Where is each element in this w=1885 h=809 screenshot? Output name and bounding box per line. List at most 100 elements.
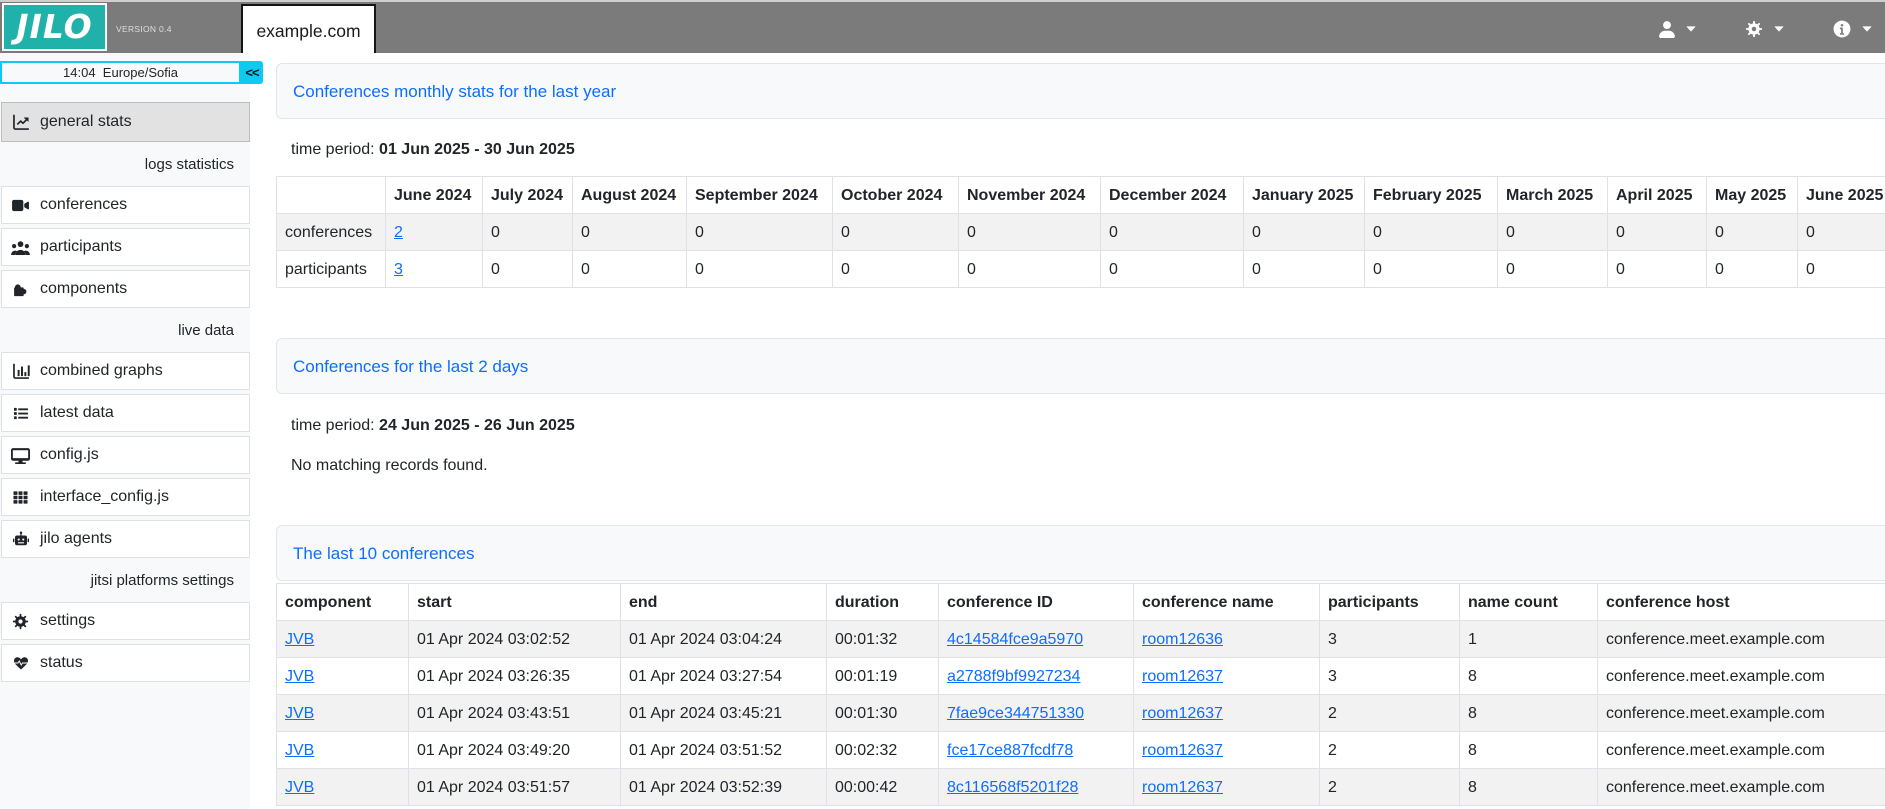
table-row: JVB01 Apr 2024 03:26:3501 Apr 2024 03:27…: [277, 658, 1885, 695]
time-display: 14:04 Europe/Sofia: [0, 61, 241, 84]
sidebar-item-conferences[interactable]: conferences: [1, 186, 250, 224]
table-link[interactable]: a2788f9bf9927234: [947, 668, 1080, 685]
sidebar-item-latest-data[interactable]: latest data: [1, 394, 250, 432]
column-header: January 2025: [1244, 177, 1365, 214]
table-cell: 0: [687, 214, 833, 251]
table-cell: 00:01:19: [827, 658, 939, 695]
table-link[interactable]: 3: [394, 261, 403, 278]
table-cell: 00:02:32: [827, 732, 939, 769]
table-cell: 3: [386, 251, 483, 288]
table-cell: 01 Apr 2024 03:52:39: [621, 769, 827, 806]
section-title-link[interactable]: Conferences for the last 2 days: [293, 357, 528, 376]
heart-pulse-icon: [11, 655, 30, 671]
info-menu[interactable]: [1833, 2, 1872, 55]
table-cell: 01 Apr 2024 03:26:35: [409, 658, 621, 695]
table-link[interactable]: 8c116568f5201f28: [947, 779, 1078, 796]
table-cell: conference.meet.example.com: [1598, 695, 1885, 732]
table-link[interactable]: 4c14584fce9a5970: [947, 631, 1083, 648]
sidebar-item-general-stats[interactable]: general stats: [1, 102, 250, 142]
table-link[interactable]: room12637: [1142, 779, 1223, 796]
table-cell: participants: [277, 251, 386, 288]
sidebar-item-components[interactable]: components: [1, 270, 250, 308]
table-link[interactable]: JVB: [285, 668, 314, 685]
table-link[interactable]: 2: [394, 224, 403, 241]
settings-menu[interactable]: [1745, 2, 1784, 55]
table-link[interactable]: fce17ce887fcdf78: [947, 742, 1073, 759]
sidebar-item-combined-graphs[interactable]: combined graphs: [1, 352, 250, 390]
sidebar-item-label: interface_config.js: [40, 488, 169, 506]
table-cell: 3: [1320, 658, 1460, 695]
chevron-down-icon: [1686, 26, 1696, 32]
table-link[interactable]: JVB: [285, 779, 314, 796]
time-display-text: 14:04 Europe/Sofia: [63, 65, 178, 80]
section-title-link[interactable]: The last 10 conferences: [293, 544, 474, 563]
version-label: VERSION 0.4: [116, 24, 172, 34]
table-row: JVB01 Apr 2024 03:02:5201 Apr 2024 03:04…: [277, 621, 1885, 658]
robot-icon: [11, 531, 30, 547]
table-row: JVB 01 Apr 2024 03:43:5101 Apr 2024 03:45…: [277, 695, 1885, 732]
sidebar-item-config-js[interactable]: config.js: [1, 436, 250, 474]
table-cell: 0: [483, 214, 573, 251]
sidebar-item-settings[interactable]: settings: [1, 602, 250, 640]
time-period-value: 24 Jun 2025 - 26 Jun 2025: [379, 417, 575, 434]
table-cell: 8: [1460, 695, 1598, 732]
user-menu[interactable]: [1659, 2, 1696, 55]
table-cell: 8: [1460, 769, 1598, 806]
column-header: August 2024: [573, 177, 687, 214]
table-cell: 0: [1707, 214, 1798, 251]
column-header: end: [621, 584, 827, 621]
column-header: conference host: [1598, 584, 1885, 621]
chart-line-icon: [11, 113, 30, 131]
table-link[interactable]: room12637: [1142, 742, 1223, 759]
time-period-value: 01 Jun 2025 - 30 Jun 2025: [379, 141, 575, 158]
table-link[interactable]: JVB: [285, 742, 314, 759]
table-cell: 0: [959, 214, 1101, 251]
empty-message: No matching records found.: [291, 455, 1885, 476]
platform-tab-label: example.com: [256, 21, 360, 42]
sidebar-section-jitsi-platforms-settings: jitsi platforms settings: [0, 562, 250, 602]
table-cell: conference.meet.example.com: [1598, 732, 1885, 769]
table-link[interactable]: room12637: [1142, 705, 1223, 722]
chevron-down-icon: [1862, 26, 1872, 32]
table-link[interactable]: room12636: [1142, 631, 1223, 648]
table-cell: 2: [1320, 732, 1460, 769]
table-cell: 01 Apr 2024 03:45:21: [621, 695, 827, 732]
column-header: component: [277, 584, 409, 621]
table-cell: 0: [1798, 214, 1885, 251]
time-period-label: time period:: [291, 417, 375, 434]
table-cell: conferences: [277, 214, 386, 251]
sidebar-section-logs-statistics: logs statistics: [0, 146, 250, 186]
section-last-2-days: Conferences for the last 2 days time per…: [276, 338, 1885, 476]
table-header-row: componentstartenddurationconference IDco…: [277, 584, 1885, 621]
table-cell: conference.meet.example.com: [1598, 658, 1885, 695]
table-cell: 0: [1707, 251, 1798, 288]
table-cell: 0: [1101, 251, 1244, 288]
column-header: June 2024: [386, 177, 483, 214]
table-cell: 01 Apr 2024 03:43:51: [409, 695, 621, 732]
column-header: July 2024: [483, 177, 573, 214]
table-link[interactable]: room12637: [1142, 668, 1223, 685]
sidebar-item-jilo-agents[interactable]: jilo agents: [1, 520, 250, 558]
table-cell: 2: [1320, 695, 1460, 732]
section-title-link[interactable]: Conferences monthly stats for the last y…: [293, 82, 616, 101]
column-header: name count: [1460, 584, 1598, 621]
table-link[interactable]: JVB: [285, 705, 314, 722]
sidebar-item-label: components: [40, 280, 127, 298]
table-cell: 01 Apr 2024 03:51:52: [621, 732, 827, 769]
sidebar-collapse-button[interactable]: <<: [241, 61, 263, 84]
sidebar-item-participants[interactable]: participants: [1, 228, 250, 266]
users-icon: [11, 240, 30, 255]
table-link[interactable]: JVB: [285, 631, 314, 648]
table-row: conferences2000000000000: [277, 214, 1885, 251]
chart-column-icon: [11, 362, 30, 380]
column-header: March 2025: [1498, 177, 1608, 214]
sidebar-item-status[interactable]: status: [1, 644, 250, 682]
platform-tab-example-com[interactable]: example.com: [241, 4, 376, 53]
table-link[interactable]: 7fae9ce344751330: [947, 705, 1084, 722]
sidebar-item-interface-config-js[interactable]: interface_config.js: [1, 478, 250, 516]
table-cell: room12636: [1134, 621, 1320, 658]
column-header: October 2024: [833, 177, 959, 214]
column-header: February 2025: [1365, 177, 1498, 214]
column-header: [277, 177, 386, 214]
table-cell: 0: [959, 251, 1101, 288]
